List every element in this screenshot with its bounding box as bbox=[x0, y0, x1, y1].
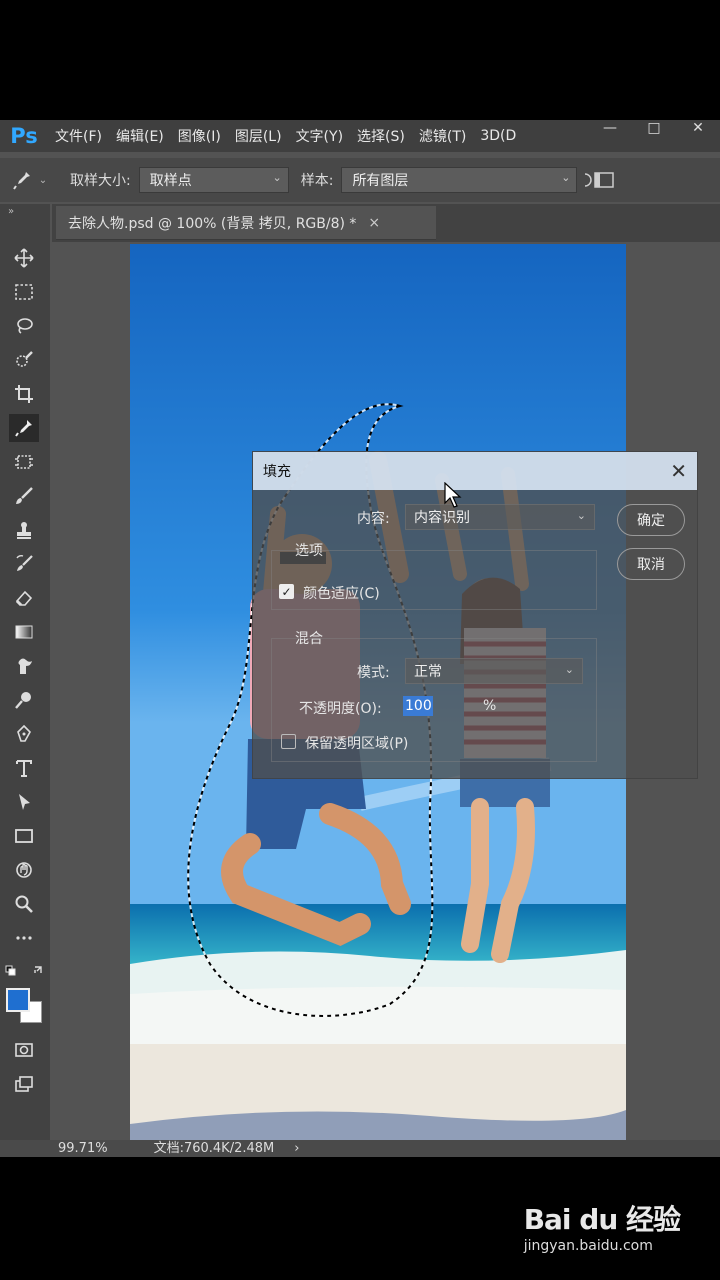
fill-dialog: 填充 ✕ 内容: 内容识别 ⌄ 确定 取消 选项 ✓ 颜色适应(C) 混合 模式… bbox=[252, 451, 698, 779]
eyedropper-icon bbox=[12, 172, 30, 190]
smudge-icon[interactable] bbox=[9, 652, 39, 680]
cancel-button[interactable]: 取消 bbox=[617, 548, 685, 580]
options-bar: ⌄ 取样大小: 取样点 ⌄ 样本: 所有图层 ⌄ bbox=[0, 158, 720, 202]
quick-select-icon[interactable] bbox=[9, 346, 39, 374]
content-select[interactable]: 内容识别 ⌄ bbox=[405, 504, 595, 530]
ps-logo: Ps bbox=[10, 124, 38, 148]
type-icon[interactable] bbox=[9, 754, 39, 782]
content-label: 内容: bbox=[357, 511, 390, 527]
menu-type[interactable]: 文字(Y) bbox=[289, 126, 350, 146]
watermark-brand: Bai du 经验 bbox=[523, 1203, 681, 1236]
close-icon[interactable]: ✕ bbox=[670, 459, 687, 483]
ok-button[interactable]: 确定 bbox=[617, 504, 685, 536]
preserve-transparency-checkbox[interactable] bbox=[281, 734, 296, 749]
gradient-icon[interactable] bbox=[9, 618, 39, 646]
pen-icon[interactable] bbox=[9, 720, 39, 748]
mode-label: 模式: bbox=[357, 665, 390, 681]
watermark-url: jingyan.baidu.com bbox=[523, 1238, 653, 1254]
baidu-watermark: Bai du 经验 jingyan.baidu.com bbox=[523, 1198, 681, 1254]
tools-panel: » bbox=[0, 204, 50, 1157]
chevron-down-icon: ⌄ bbox=[38, 174, 48, 186]
crop-icon[interactable] bbox=[9, 380, 39, 408]
preserve-transparency-label: 保留透明区域(P) bbox=[305, 736, 409, 752]
maximize-button[interactable]: □ bbox=[632, 120, 676, 140]
foreground-color-swatch[interactable] bbox=[6, 988, 30, 1012]
sample-size-label: 取样大小: bbox=[70, 173, 131, 189]
zoom-icon[interactable] bbox=[9, 890, 39, 918]
content-value: 内容识别 bbox=[414, 510, 470, 526]
marquee-icon[interactable] bbox=[9, 278, 39, 306]
color-adapt-label: 颜色适应(C) bbox=[303, 586, 380, 602]
document-title: 去除人物.psd @ 100% (背景 拷贝, RGB/8) * bbox=[68, 215, 357, 232]
sample-size-value: 取样点 bbox=[149, 173, 192, 189]
frame-icon[interactable] bbox=[9, 448, 39, 476]
menu-layer[interactable]: 图层(L) bbox=[228, 126, 289, 146]
menu-3d[interactable]: 3D(D bbox=[473, 128, 523, 144]
chevron-down-icon: ⌄ bbox=[561, 171, 571, 184]
panel-toggle-icon[interactable] bbox=[581, 170, 615, 190]
close-window-button[interactable]: ✕ bbox=[676, 120, 720, 140]
collapse-panel-icon[interactable]: » bbox=[8, 206, 14, 217]
sample-label: 样本: bbox=[300, 173, 334, 189]
sample-select[interactable]: 所有图层 ⌄ bbox=[341, 167, 578, 193]
check-icon: ✓ bbox=[281, 584, 292, 599]
mouse-cursor-icon bbox=[444, 482, 462, 508]
document-info: 文档:760.4K/2.48M bbox=[153, 1141, 275, 1156]
zoom-level[interactable]: 99.71% bbox=[58, 1140, 108, 1157]
dodge-icon[interactable] bbox=[9, 686, 39, 714]
menu-select[interactable]: 选择(S) bbox=[350, 126, 412, 146]
menu-edit[interactable]: 编辑(E) bbox=[109, 126, 171, 146]
swap-colors-icon[interactable] bbox=[5, 964, 45, 978]
window-controls: — □ ✕ bbox=[588, 120, 720, 140]
eraser-icon[interactable] bbox=[9, 584, 39, 612]
status-bar: 99.71% 文档:760.4K/2.48M › bbox=[0, 1140, 720, 1157]
menu-file[interactable]: 文件(F) bbox=[48, 126, 109, 146]
sample-value: 所有图层 bbox=[352, 173, 409, 189]
quick-mask-icon[interactable] bbox=[9, 1036, 39, 1064]
mode-value: 正常 bbox=[414, 664, 442, 680]
photoshop-window: Ps 文件(F) 编辑(E) 图像(I) 图层(L) 文字(Y) 选择(S) 滤… bbox=[0, 120, 720, 1157]
more-icon[interactable] bbox=[9, 924, 39, 952]
eyedropper-icon[interactable] bbox=[9, 414, 39, 442]
opacity-unit: % bbox=[483, 698, 497, 714]
mode-select[interactable]: 正常 ⌄ bbox=[405, 658, 583, 684]
lasso-icon[interactable] bbox=[9, 312, 39, 340]
brush-icon[interactable] bbox=[9, 482, 39, 510]
sample-size-select[interactable]: 取样点 ⌄ bbox=[138, 167, 289, 193]
screen-mode-icon[interactable] bbox=[9, 1070, 39, 1098]
path-select-icon[interactable] bbox=[9, 788, 39, 816]
menu-filter[interactable]: 滤镜(T) bbox=[412, 126, 473, 146]
stamp-icon[interactable] bbox=[9, 516, 39, 544]
document-tab[interactable]: 去除人物.psd @ 100% (背景 拷贝, RGB/8) * × bbox=[56, 206, 436, 240]
chevron-down-icon: ⌄ bbox=[564, 663, 574, 676]
chevron-down-icon: ⌄ bbox=[272, 171, 282, 184]
move-icon[interactable] bbox=[9, 244, 39, 272]
dialog-title: 填充 bbox=[263, 464, 291, 480]
rectangle-icon[interactable] bbox=[9, 822, 39, 850]
chevron-down-icon: ⌄ bbox=[576, 509, 586, 522]
color-adapt-checkbox[interactable]: ✓ bbox=[279, 584, 294, 599]
menu-bar: Ps 文件(F) 编辑(E) 图像(I) 图层(L) 文字(Y) 选择(S) 滤… bbox=[0, 120, 720, 152]
close-tab-icon[interactable]: × bbox=[368, 215, 380, 231]
opacity-label: 不透明度(O): bbox=[299, 701, 382, 717]
opacity-input[interactable]: 100 bbox=[403, 696, 433, 716]
history-brush-icon[interactable] bbox=[9, 550, 39, 578]
menu-image[interactable]: 图像(I) bbox=[171, 126, 228, 146]
minimize-button[interactable]: — bbox=[588, 120, 632, 140]
dialog-title-bar[interactable]: 填充 ✕ bbox=[253, 452, 697, 490]
tool-preset-picker[interactable]: ⌄ bbox=[0, 169, 58, 191]
status-menu-arrow[interactable]: › bbox=[294, 1140, 299, 1157]
hand-rotate-icon[interactable] bbox=[9, 856, 39, 884]
